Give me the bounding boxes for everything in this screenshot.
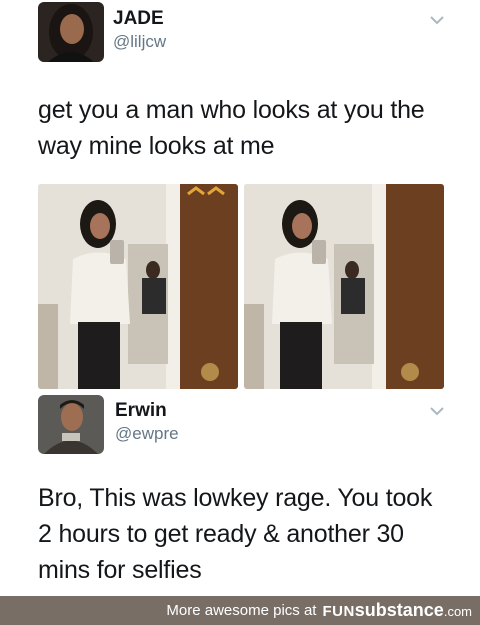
display-name[interactable]: Erwin [115, 400, 167, 422]
avatar-photo [38, 395, 104, 454]
tweet-jade: JADE @liljcw get you a man who looks at … [0, 0, 480, 395]
tweet-text-line: Bro, This was lowkey rage. You took [38, 484, 433, 512]
watermark-footer: More awesome pics at FUNsubstance.com [0, 596, 480, 625]
tweet-text-line: way mine looks at me [38, 132, 275, 160]
avatar[interactable] [38, 2, 104, 62]
avatar[interactable] [38, 395, 104, 454]
avatar-photo [38, 2, 104, 62]
tweet-text-line: mins for selfies [38, 556, 202, 584]
tweet-text-line: 2 hours to get ready & another 30 [38, 520, 404, 548]
brand-logo[interactable]: FUNsubstance.com [322, 600, 472, 621]
user-handle[interactable]: @liljcw [113, 32, 166, 52]
brand-domain: .com [443, 604, 472, 619]
tweet-text: get you a man who looks at you the way m… [38, 92, 458, 164]
brand-substance: substance [354, 600, 444, 620]
mirror-selfie-image [244, 184, 444, 389]
chevron-down-icon[interactable] [430, 406, 444, 416]
tweet-text-line: get you a man who looks at you the [38, 96, 425, 124]
brand-fun: FUN [322, 603, 355, 620]
footer-text: More awesome pics at [166, 602, 317, 619]
tweet-photo[interactable] [244, 184, 444, 389]
display-name[interactable]: JADE [113, 8, 164, 30]
tweet-photo[interactable] [38, 184, 238, 389]
tweet-text: Bro, This was lowkey rage. You took 2 ho… [38, 480, 478, 588]
tweet-erwin: Erwin @ewpre Bro, This was lowkey rage. … [0, 395, 480, 595]
chevron-down-icon[interactable] [430, 15, 444, 25]
user-handle[interactable]: @ewpre [115, 424, 179, 444]
mirror-selfie-image [38, 184, 238, 389]
